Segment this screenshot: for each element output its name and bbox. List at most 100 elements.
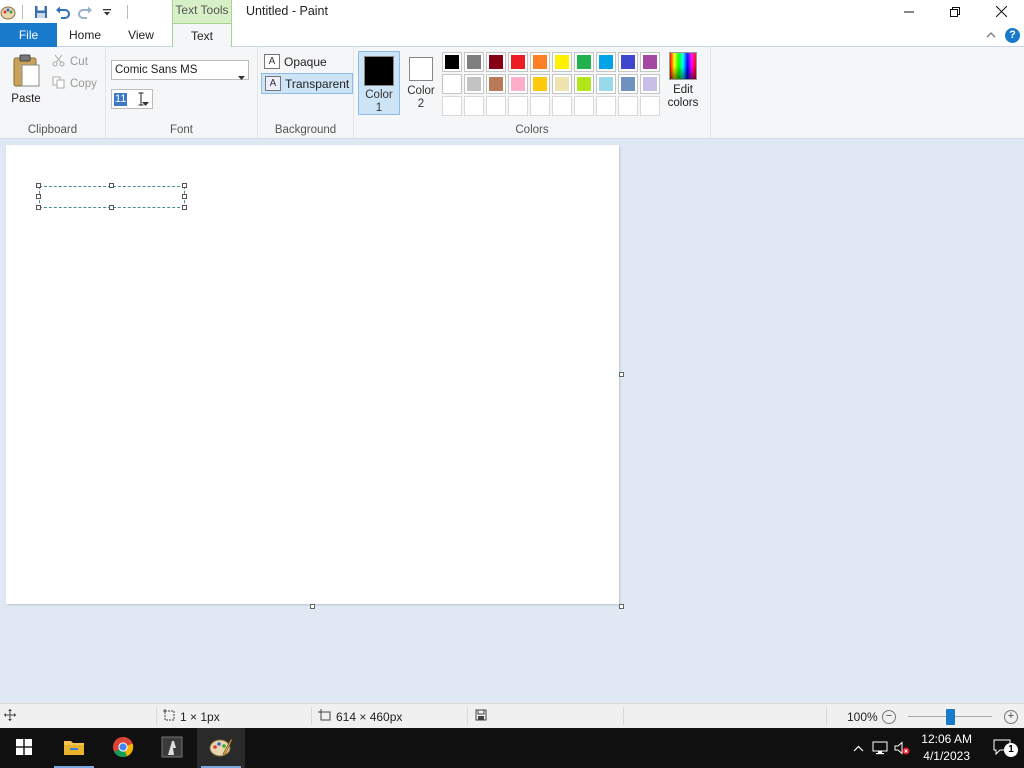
font-size-value[interactable]: 11 — [114, 93, 128, 106]
palette-color-swatch[interactable] — [530, 74, 550, 94]
save-icon[interactable] — [31, 2, 51, 22]
zoom-out-button[interactable]: − — [882, 704, 896, 729]
palette-color-swatch[interactable] — [508, 74, 528, 94]
volume-muted-icon[interactable] — [891, 741, 913, 755]
palette-color-swatch[interactable] — [486, 52, 506, 72]
palette-color-swatch[interactable] — [552, 74, 572, 94]
tab-file[interactable]: File — [0, 23, 57, 47]
clock[interactable]: 12:06 AM 4/1/2023 — [913, 731, 980, 765]
textbox-handle[interactable] — [182, 205, 187, 210]
edit-colors-label-2: colors — [667, 97, 699, 109]
palette-color-swatch[interactable] — [618, 74, 638, 94]
palette-empty-swatch[interactable] — [486, 96, 506, 116]
opaque-label: Opaque — [284, 54, 327, 69]
palette-color-fill — [489, 55, 503, 69]
background-group-label: Background — [274, 124, 337, 136]
canvas-resize-handle-bottom[interactable] — [310, 604, 315, 609]
canvas-resize-handle-corner[interactable] — [619, 604, 624, 609]
copy-button[interactable]: Copy — [52, 74, 97, 94]
palette-color-swatch[interactable] — [486, 74, 506, 94]
font-family-dropdown[interactable]: Comic Sans MS — [111, 60, 249, 80]
zoom-out-icon: − — [882, 709, 896, 724]
palette-color-swatch[interactable] — [508, 52, 528, 72]
status-separator — [826, 707, 827, 725]
taskbar-app-3[interactable] — [148, 728, 196, 768]
tab-home[interactable]: Home — [60, 23, 110, 47]
palette-empty-swatch[interactable] — [530, 96, 550, 116]
paste-button[interactable]: Paste — [6, 53, 46, 113]
transparent-option[interactable]: A Transparent — [261, 73, 354, 94]
text-input-box[interactable] — [36, 183, 187, 210]
palette-empty-swatch[interactable] — [552, 96, 572, 116]
palette-color-swatch[interactable] — [640, 52, 660, 72]
ribbon-tab-row: File Home View Text ? — [0, 23, 1024, 48]
zoom-in-icon: + — [1004, 709, 1018, 724]
palette-empty-swatch[interactable] — [574, 96, 594, 116]
palette-empty-swatch[interactable] — [640, 96, 660, 116]
palette-empty-swatch[interactable] — [442, 96, 462, 116]
paint-app-icon[interactable] — [0, 2, 16, 22]
palette-color-swatch[interactable] — [596, 74, 616, 94]
tab-text[interactable]: Text — [172, 23, 232, 48]
color1-button[interactable]: Color 1 — [358, 51, 400, 115]
textbox-handle[interactable] — [109, 183, 114, 188]
textbox-handle[interactable] — [109, 205, 114, 210]
palette-color-swatch[interactable] — [464, 74, 484, 94]
status-separator — [623, 707, 624, 725]
minimize-button[interactable] — [886, 0, 932, 23]
chevron-up-icon[interactable] — [847, 745, 869, 752]
ribbon-right-controls: ? — [983, 27, 1020, 43]
palette-color-swatch[interactable] — [574, 52, 594, 72]
textbox-handle[interactable] — [182, 183, 187, 188]
minimize-ribbon-icon[interactable] — [983, 27, 999, 43]
disk-icon — [475, 709, 487, 724]
palette-empty-swatch[interactable] — [618, 96, 638, 116]
restore-button[interactable] — [932, 0, 978, 23]
font-size-dropdown[interactable]: 11 — [111, 89, 153, 109]
tab-view[interactable]: View — [117, 23, 165, 47]
cut-button[interactable]: Cut — [52, 52, 88, 72]
palette-color-swatch[interactable] — [618, 52, 638, 72]
color2-button[interactable]: Color 2 — [400, 51, 442, 115]
palette-color-swatch[interactable] — [442, 74, 462, 94]
zoom-in-button[interactable]: + — [1004, 704, 1018, 729]
zoom-slider-thumb[interactable] — [946, 709, 955, 725]
palette-color-swatch[interactable] — [574, 74, 594, 94]
palette-color-fill — [445, 77, 459, 91]
drawing-canvas[interactable] — [6, 145, 619, 604]
taskbar-file-explorer[interactable] — [50, 728, 98, 768]
customize-qat-icon[interactable] — [97, 2, 117, 22]
paste-label: Paste — [11, 93, 41, 105]
undo-icon[interactable] — [53, 2, 73, 22]
clipboard-group: Paste Cut Copy Clipboard — [0, 47, 106, 139]
transparent-label: Transparent — [285, 76, 350, 91]
opaque-option[interactable]: A Opaque — [261, 51, 330, 72]
palette-color-fill — [621, 55, 635, 69]
edit-colors-button[interactable]: Edit colors — [664, 52, 702, 110]
palette-empty-swatch[interactable] — [596, 96, 616, 116]
palette-color-swatch[interactable] — [596, 52, 616, 72]
qat-separator-2 — [127, 4, 128, 19]
palette-color-swatch[interactable] — [442, 52, 462, 72]
redo-icon[interactable] — [75, 2, 95, 22]
palette-color-swatch[interactable] — [530, 52, 550, 72]
textbox-handle[interactable] — [182, 194, 187, 199]
clock-date: 4/1/2023 — [923, 749, 970, 763]
network-icon[interactable] — [869, 741, 891, 755]
palette-empty-swatch[interactable] — [464, 96, 484, 116]
help-icon[interactable]: ? — [1005, 27, 1020, 43]
taskbar-paint[interactable] — [197, 728, 245, 768]
notification-center-button[interactable]: 1 — [980, 728, 1024, 768]
window-title: Untitled - Paint — [246, 4, 328, 18]
taskbar-chrome[interactable] — [99, 728, 147, 768]
palette-color-swatch[interactable] — [552, 52, 572, 72]
palette-empty-swatch[interactable] — [508, 96, 528, 116]
textbox-handle[interactable] — [36, 205, 41, 210]
palette-color-swatch[interactable] — [640, 74, 660, 94]
palette-color-swatch[interactable] — [464, 52, 484, 72]
textbox-handle[interactable] — [36, 194, 41, 199]
close-button[interactable] — [978, 0, 1024, 23]
start-button[interactable] — [0, 728, 48, 768]
textbox-handle[interactable] — [36, 183, 41, 188]
canvas-resize-handle-right[interactable] — [619, 372, 624, 377]
